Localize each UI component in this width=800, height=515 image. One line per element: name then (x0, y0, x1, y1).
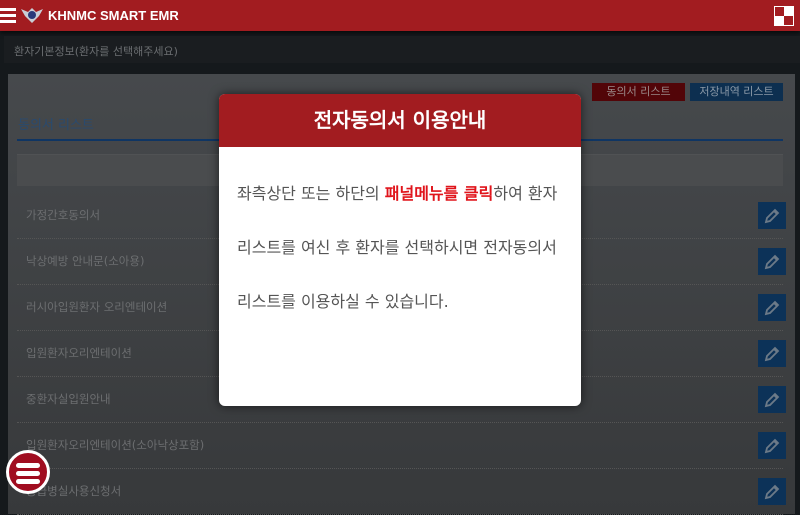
edit-pencil-icon[interactable] (758, 386, 786, 413)
list-item-label: 낙상예방 안내문(소아용) (26, 254, 145, 268)
panel-menu-button[interactable] (6, 450, 50, 494)
edit-pencil-icon[interactable] (758, 248, 786, 275)
list-item[interactable]: 응급병실사용신청서 (17, 469, 786, 515)
list-item[interactable]: 입원환자오리엔테이션(소아낙상포함) (17, 423, 786, 469)
list-item-label: 입원환자오리엔테이션 (26, 346, 132, 360)
hospital-logo (21, 8, 43, 23)
consent-list-button[interactable]: 동의서 리스트 (592, 83, 685, 101)
app-title: KHNMC SMART EMR (48, 8, 179, 23)
edit-pencil-icon[interactable] (758, 294, 786, 321)
edit-pencil-icon[interactable] (758, 478, 786, 505)
modal-highlight: 패널메뉴를 클릭 (384, 184, 494, 203)
edit-pencil-icon[interactable] (758, 432, 786, 459)
modal-text: 좌측상단 또는 하단의 (237, 184, 385, 203)
list-item-label: 중환자실입원안내 (26, 392, 111, 406)
modal-text: 하여 환자리스트를 여신 후 환자를 선택하시면 전자동의서 리스트를 이용하실… (237, 184, 558, 311)
edit-pencil-icon[interactable] (758, 340, 786, 367)
modal-message: 좌측상단 또는 하단의 패널메뉴를 클릭하여 환자리스트를 여신 후 환자를 선… (219, 147, 581, 329)
list-item-label: 가정간호동의서 (26, 208, 101, 222)
info-modal: 전자동의서 이용안내 좌측상단 또는 하단의 패널메뉴를 클릭하여 환자리스트를… (219, 94, 581, 406)
menu-icon[interactable] (0, 8, 16, 24)
modal-title: 전자동의서 이용안내 (219, 94, 581, 147)
edit-pencil-icon[interactable] (758, 202, 786, 229)
saved-list-button[interactable]: 저장내역 리스트 (690, 83, 783, 101)
section-title: 동의서 리스트 (18, 118, 94, 133)
list-item-label: 입원환자오리엔테이션(소아낙상포함) (26, 438, 205, 452)
list-item-label: 러시아입원환자 오리엔테이션 (26, 300, 168, 314)
patient-info-bar[interactable]: 환자기본정보(환자를 선택해주세요) (4, 36, 800, 63)
grid-toggle-icon[interactable] (774, 6, 794, 26)
top-bar: KHNMC SMART EMR (0, 0, 800, 31)
